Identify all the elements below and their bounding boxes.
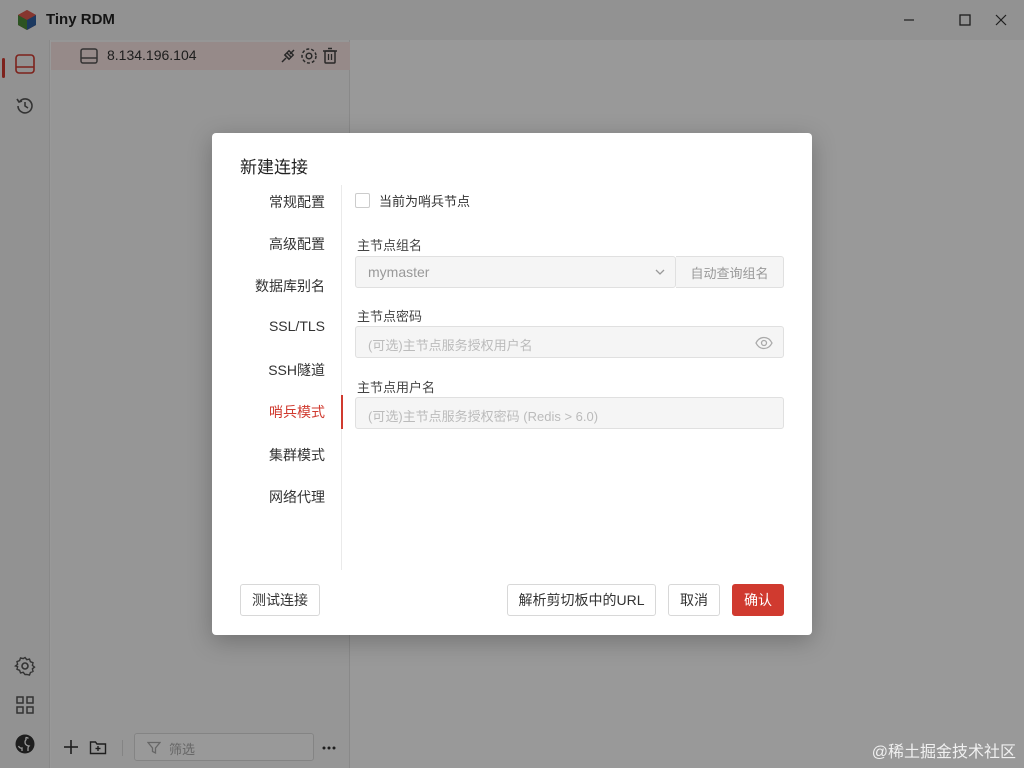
new-connection-dialog: 新建连接 常规配置 高级配置 数据库别名 SSL/TLS SSH隧道 哨兵模式 … [212,133,812,635]
eye-icon[interactable] [755,336,773,350]
dialog-tabs: 常规配置 高级配置 数据库别名 SSL/TLS SSH隧道 哨兵模式 集群模式 … [212,185,343,570]
tab-ssl[interactable]: SSL/TLS [215,318,325,338]
group-name-select[interactable]: mymaster [355,256,676,288]
watermark: @稀土掘金技术社区 [871,744,1016,761]
tab-active-indicator [341,395,343,429]
group-name-label: 主节点组名 [357,238,423,253]
test-connection-button[interactable]: 测试连接 [240,584,320,616]
sentinel-checkbox-label: 当前为哨兵节点 [379,194,471,209]
tab-sentinel[interactable]: 哨兵模式 [215,402,325,422]
password-placeholder: (可选)主节点服务授权用户名 [368,338,533,353]
sentinel-checkbox-row[interactable]: 当前为哨兵节点 [355,191,470,210]
group-name-value: mymaster [368,264,430,280]
parse-url-button[interactable]: 解析剪切板中的URL [507,584,656,616]
username-label: 主节点用户名 [357,380,436,395]
tab-advanced[interactable]: 高级配置 [215,234,325,254]
tab-db-alias[interactable]: 数据库别名 [215,276,325,296]
password-label: 主节点密码 [357,309,423,324]
username-placeholder: (可选)主节点服务授权密码 (Redis > 6.0) [368,409,599,424]
confirm-button[interactable]: 确认 [732,584,784,616]
tab-proxy[interactable]: 网络代理 [215,487,325,507]
sentinel-checkbox[interactable] [355,193,370,208]
dialog-title: 新建连接 [240,158,308,177]
username-input[interactable]: (可选)主节点服务授权密码 (Redis > 6.0) [355,397,784,429]
auto-query-group-button[interactable]: 自动查询组名 [676,256,784,288]
tab-ssh[interactable]: SSH隧道 [215,360,325,380]
tab-general[interactable]: 常规配置 [215,192,325,212]
chevron-down-icon [655,269,665,275]
cancel-button[interactable]: 取消 [668,584,720,616]
tab-cluster[interactable]: 集群模式 [215,445,325,465]
password-input[interactable]: (可选)主节点服务授权用户名 [355,326,784,358]
